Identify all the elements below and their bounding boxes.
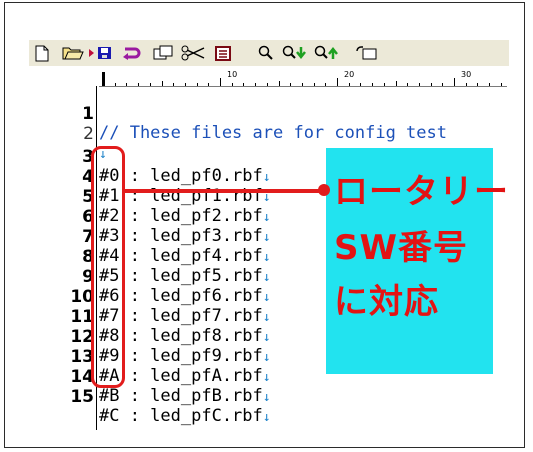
ruler-tick bbox=[454, 78, 455, 86]
ruler-tick bbox=[337, 78, 338, 86]
line-text: #C : led_pfC.rbf bbox=[99, 406, 263, 426]
search-next-icon[interactable] bbox=[281, 43, 309, 63]
ruler-mark-10: 10 bbox=[227, 70, 238, 79]
new-file-icon[interactable] bbox=[31, 43, 53, 63]
callout-line bbox=[125, 189, 322, 193]
editor-line: 1 // These files are for config test bbox=[54, 86, 507, 143]
undo-icon[interactable] bbox=[119, 43, 145, 63]
search-icon[interactable] bbox=[255, 43, 277, 63]
toolbar bbox=[29, 40, 509, 66]
highlight-rect bbox=[91, 146, 125, 388]
ruler-mark-30: 30 bbox=[461, 70, 472, 79]
callout-dot bbox=[318, 184, 330, 196]
copy-icon[interactable] bbox=[150, 43, 176, 63]
line-number: 15 bbox=[70, 387, 94, 407]
editor-line: 2 ↓ bbox=[54, 106, 507, 163]
column-ruler: 10 20 30 bbox=[99, 70, 507, 87]
search-prev-icon[interactable] bbox=[313, 43, 341, 63]
ruler-mark-20: 20 bbox=[344, 70, 355, 79]
annotation-text-sw-number: SW番号 bbox=[334, 228, 468, 268]
annotation-text-correspond: に対応 bbox=[334, 282, 439, 322]
line-text: #B : led_pfB.rbf bbox=[99, 386, 263, 406]
cut-icon[interactable] bbox=[179, 43, 207, 63]
annotation-text-rotary: ロータリー bbox=[334, 172, 509, 212]
editor-line: 3 #0 : led_pf0.rbf↓ bbox=[54, 129, 507, 186]
open-folder-icon[interactable] bbox=[61, 43, 85, 63]
eol-mark: ↓ bbox=[262, 390, 271, 405]
ruler-tick bbox=[103, 78, 104, 86]
eol-mark: ↓ bbox=[262, 410, 271, 425]
paste-icon[interactable] bbox=[211, 43, 235, 63]
save-icon[interactable] bbox=[87, 43, 115, 63]
ruler-tick bbox=[220, 78, 221, 86]
jump-icon[interactable] bbox=[353, 43, 379, 63]
